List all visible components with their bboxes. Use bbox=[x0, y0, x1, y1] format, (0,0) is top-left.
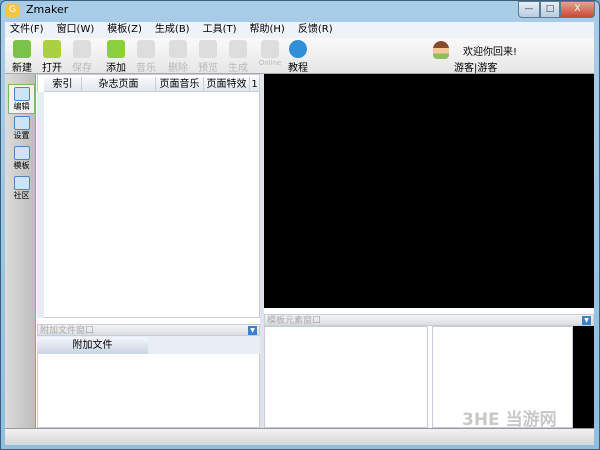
help-icon bbox=[289, 40, 307, 58]
toolbar-button-music[interactable]: 音乐 bbox=[131, 40, 161, 74]
sidebar-item-label: 模板 bbox=[13, 161, 30, 170]
toolbar-button-generate[interactable]: 生成 bbox=[223, 40, 253, 74]
status-bar bbox=[5, 428, 594, 445]
element-preview bbox=[573, 326, 594, 428]
toolbar-button-label: 打开 bbox=[42, 63, 62, 74]
toolbar-button-label: 音乐 bbox=[136, 63, 156, 74]
edit-icon bbox=[13, 87, 30, 101]
menu-item[interactable]: 文件(F) bbox=[5, 22, 52, 38]
sidebar-item-community[interactable]: 社区 bbox=[8, 174, 35, 204]
sidebar-item-label: 编辑 bbox=[13, 102, 30, 111]
user-avatar-icon bbox=[433, 41, 449, 59]
toolbar-button-new-file[interactable]: 新建 bbox=[7, 40, 37, 74]
watermark: 3HE 当游网 bbox=[462, 410, 557, 430]
save-icon bbox=[73, 40, 91, 58]
column-header[interactable]: 杂志页面 bbox=[82, 77, 156, 91]
sidebar-item-settings[interactable]: 设置 bbox=[8, 114, 35, 144]
preview-icon bbox=[199, 40, 217, 58]
toolbar-button-label: 生成 bbox=[228, 63, 248, 74]
toolbar-button-label: 删除 bbox=[168, 63, 188, 74]
attach-panel-title: 附加文件窗口 bbox=[40, 326, 95, 336]
toolbar-button-label: 预览 bbox=[198, 63, 218, 74]
toolbar-button-add[interactable]: 添加 bbox=[101, 40, 131, 74]
menu-item[interactable]: 模板(Z) bbox=[102, 22, 150, 38]
template-icon bbox=[13, 146, 30, 160]
menu-item[interactable]: 反馈(R) bbox=[293, 22, 341, 38]
column-header[interactable]: 索引 bbox=[44, 77, 82, 91]
sidebar-item-template[interactable]: 模板 bbox=[8, 144, 35, 174]
delete-icon bbox=[169, 40, 187, 58]
new-file-icon bbox=[13, 40, 31, 58]
row-header-strip bbox=[37, 92, 44, 318]
close-button[interactable]: X bbox=[560, 1, 595, 18]
column-header[interactable]: 1 bbox=[250, 77, 260, 91]
preview-canvas[interactable] bbox=[264, 74, 594, 308]
toolbar-button-save[interactable]: 保存 bbox=[67, 40, 97, 74]
element-panel-title: 模板元素窗口 bbox=[267, 316, 322, 326]
add-icon bbox=[107, 40, 125, 58]
menu-item[interactable]: 帮助(H) bbox=[245, 22, 293, 38]
page-list[interactable] bbox=[37, 74, 260, 318]
window-title: Zmaker bbox=[26, 3, 69, 16]
sidebar-item-label: 设置 bbox=[13, 131, 30, 140]
dropdown-icon[interactable]: ▼ bbox=[582, 316, 591, 325]
menu-item[interactable]: 窗口(W) bbox=[52, 22, 103, 38]
app-logo-icon: G bbox=[6, 4, 19, 17]
music-icon bbox=[137, 40, 155, 58]
welcome-text: 欢迎你回来! bbox=[463, 47, 518, 58]
minimize-button[interactable]: — bbox=[518, 1, 540, 18]
toolbar-button-label: 新建 bbox=[12, 63, 32, 74]
toolbar-button-delete[interactable]: 删除 bbox=[163, 40, 193, 74]
toolbar-button-label: 添加 bbox=[106, 63, 126, 74]
sidebar-item-edit[interactable]: 编辑 bbox=[8, 84, 35, 114]
toolbar-button-preview[interactable]: 预览 bbox=[193, 40, 223, 74]
community-icon bbox=[13, 176, 30, 190]
tab-attach-files[interactable]: 附加文件 bbox=[37, 337, 148, 354]
column-header[interactable]: 页面音乐 bbox=[156, 77, 204, 91]
settings-icon bbox=[13, 116, 30, 130]
toolbar: 欢迎你回来! 游客|游客 新建 打开 保存 添加 音乐 删除 预览 生成 Online 教程 bbox=[5, 38, 594, 74]
toolbar-button-label: 保存 bbox=[72, 63, 92, 74]
attach-file-list[interactable] bbox=[37, 354, 260, 428]
online-icon bbox=[261, 40, 279, 58]
open-folder-icon bbox=[43, 40, 61, 58]
toolbar-button-label: Online bbox=[258, 59, 282, 67]
toolbar-button-open-folder[interactable]: 打开 bbox=[37, 40, 67, 74]
menu-bar: 文件(F) 窗口(W) 模板(Z) 生成(B) 工具(T) 帮助(H) 反馈(R) bbox=[5, 22, 594, 38]
element-panel-header: 模板元素窗口 ▼ bbox=[264, 314, 594, 326]
sidebar-item-label: 社区 bbox=[13, 191, 30, 200]
maximize-button[interactable]: □ bbox=[540, 1, 560, 18]
menu-item[interactable]: 生成(B) bbox=[150, 22, 198, 38]
dropdown-icon[interactable]: ▼ bbox=[248, 326, 257, 335]
sidebar: 编辑 设置 模板 社区 bbox=[5, 74, 36, 428]
toolbar-button-label: 教程 bbox=[288, 63, 308, 74]
attach-panel-header: 附加文件窗口 ▼ bbox=[37, 324, 260, 336]
generate-icon bbox=[229, 40, 247, 58]
user-name-link[interactable]: 游客|游客 bbox=[454, 59, 497, 74]
page-table-header: 索引 杂志页面 页面音乐 页面特效 1 bbox=[44, 77, 260, 92]
toolbar-button-help[interactable]: 教程 bbox=[283, 40, 313, 74]
menu-item[interactable]: 工具(T) bbox=[198, 22, 245, 38]
column-header[interactable]: 页面特效 bbox=[204, 77, 250, 91]
toolbar-button-online[interactable]: Online bbox=[255, 40, 285, 67]
element-list[interactable] bbox=[264, 326, 428, 428]
